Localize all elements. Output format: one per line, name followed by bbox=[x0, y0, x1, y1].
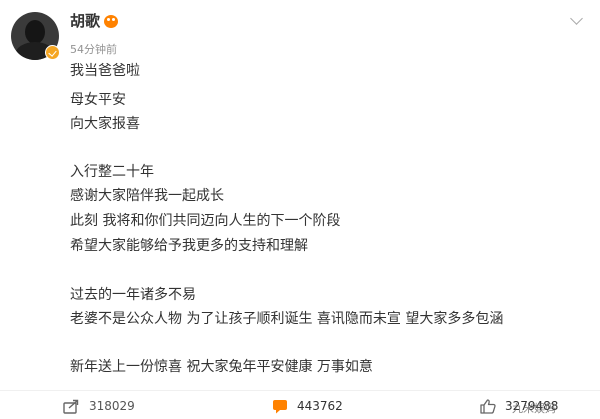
author-name[interactable]: 胡歌 bbox=[70, 10, 100, 31]
watermark-text: 九米娱妈 bbox=[512, 402, 556, 415]
post-line: 新年送上一份惊喜 祝大家兔年平安健康 万事如意 bbox=[70, 359, 373, 375]
verified-badge-icon bbox=[45, 45, 60, 60]
comment-button[interactable]: 443762 bbox=[272, 396, 343, 416]
post-line: 向大家报喜 bbox=[70, 116, 140, 132]
post-line: 此刻 我将和你们共同迈向人生的下一个阶段 bbox=[70, 213, 341, 229]
share-icon bbox=[63, 399, 79, 414]
post-line: 过去的一年诸多不易 bbox=[70, 287, 196, 303]
post-line: 我当爸爸啦 bbox=[70, 63, 140, 79]
comment-count: 443762 bbox=[297, 399, 343, 413]
post-time[interactable]: 54分钟前 bbox=[70, 41, 117, 57]
watermark: 九米娱妈 bbox=[512, 400, 556, 416]
share-button[interactable]: 318029 bbox=[63, 396, 135, 416]
vip-badge-icon bbox=[104, 15, 118, 28]
post-line: 感谢大家陪伴我一起成长 bbox=[70, 188, 224, 204]
post-line: 母女平安 bbox=[70, 92, 126, 108]
footer-divider bbox=[0, 390, 600, 391]
post-line: 希望大家能够给予我更多的支持和理解 bbox=[70, 238, 308, 254]
comment-icon bbox=[273, 399, 287, 413]
post-line: 入行整二十年 bbox=[70, 164, 154, 180]
share-count: 318029 bbox=[89, 399, 135, 413]
chevron-down-icon[interactable] bbox=[570, 12, 583, 25]
like-icon bbox=[480, 398, 496, 414]
post-line: 老婆不是公众人物 为了让孩子顺利诞生 喜讯隐而未宣 望大家多多包涵 bbox=[70, 311, 504, 327]
avatar-head-shape bbox=[25, 20, 45, 44]
